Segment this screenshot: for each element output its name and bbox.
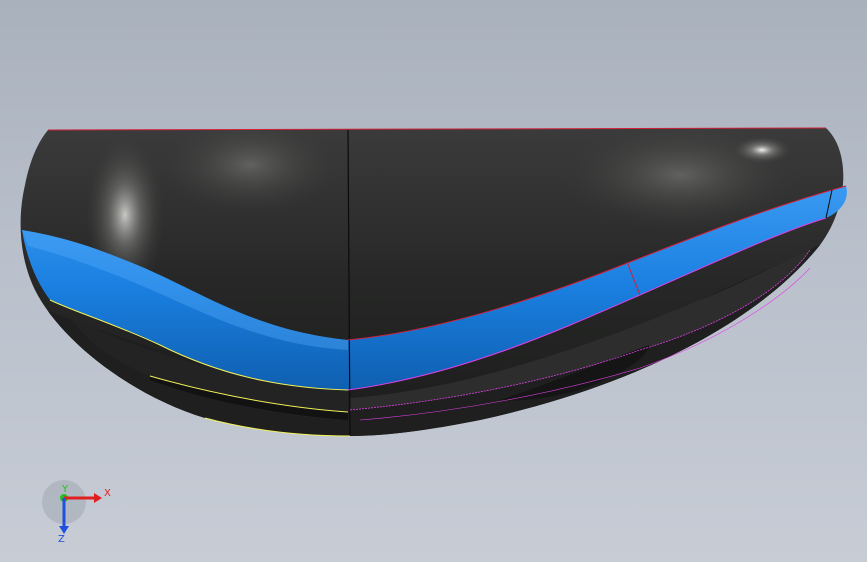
orientation-triad[interactable]: Y X Z bbox=[40, 478, 120, 548]
part-body[interactable] bbox=[20, 115, 847, 440]
triad-label-y: Y bbox=[61, 484, 69, 495]
triad-label-z: Z bbox=[58, 534, 65, 545]
triad-label-x: X bbox=[104, 488, 111, 499]
graphics-viewport[interactable]: Y X Z bbox=[0, 0, 867, 562]
model-3d-view[interactable] bbox=[0, 0, 867, 562]
